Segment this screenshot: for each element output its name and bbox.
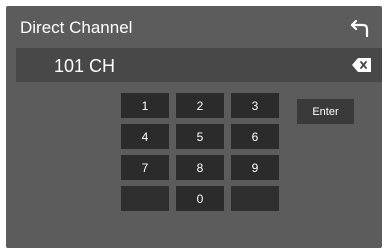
key-0[interactable]: 0: [176, 186, 224, 211]
direct-channel-screen: Direct Channel 101 CH 1 2 3 4 5 6 7 8 9 …: [6, 6, 382, 248]
blank-key-right: [231, 186, 279, 211]
key-7[interactable]: 7: [121, 155, 169, 180]
channel-display: 101 CH: [16, 48, 382, 82]
key-1[interactable]: 1: [121, 93, 169, 118]
key-2[interactable]: 2: [176, 93, 224, 118]
back-button[interactable]: [348, 16, 372, 40]
key-5[interactable]: 5: [176, 124, 224, 149]
key-6[interactable]: 6: [231, 124, 279, 149]
backspace-icon: [352, 58, 371, 72]
key-4[interactable]: 4: [121, 124, 169, 149]
channel-value: 101 CH: [54, 56, 116, 76]
blank-key-left: [121, 186, 169, 211]
page-title: Direct Channel: [20, 18, 133, 37]
key-9[interactable]: 9: [231, 155, 279, 180]
key-3[interactable]: 3: [231, 93, 279, 118]
return-arrow-icon: [350, 19, 369, 38]
backspace-button[interactable]: [350, 55, 374, 75]
enter-button[interactable]: Enter: [297, 99, 354, 124]
key-8[interactable]: 8: [176, 155, 224, 180]
